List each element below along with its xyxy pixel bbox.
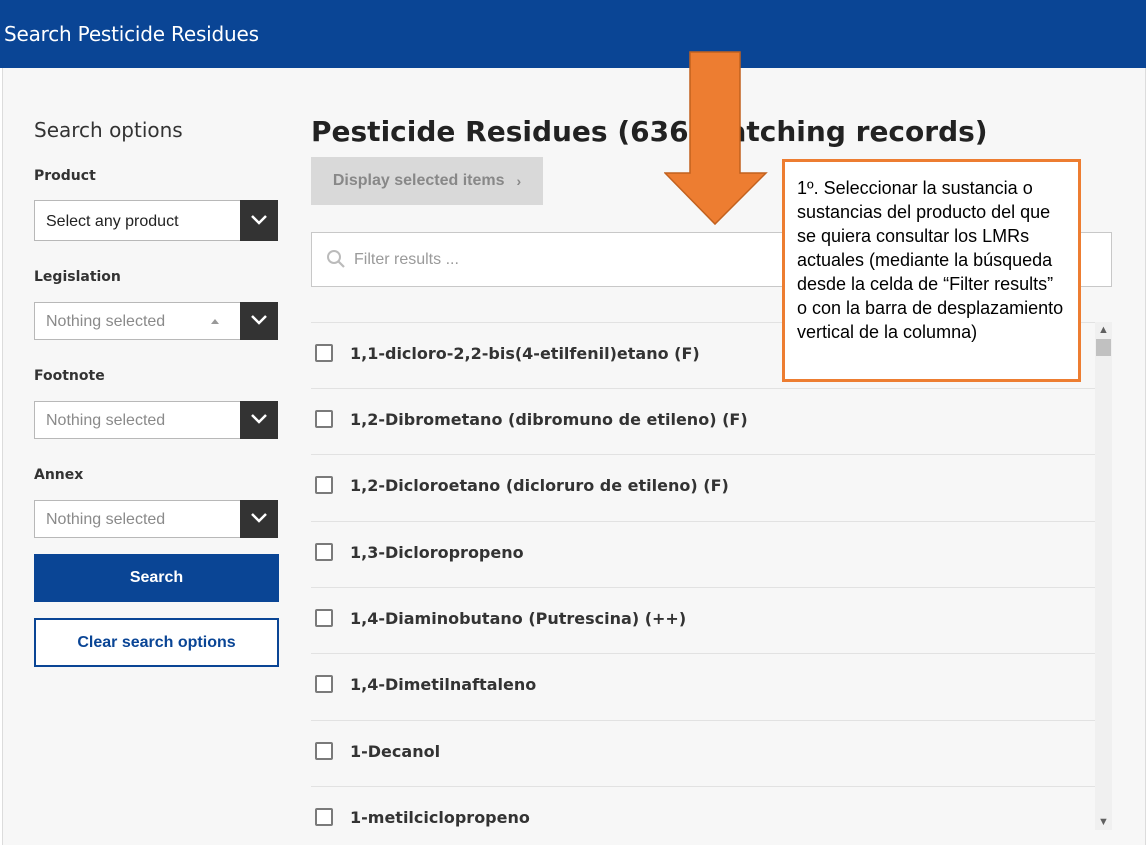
item-name: 1,4-Dimetilnaftaleno bbox=[350, 675, 537, 694]
legislation-placeholder: Nothing selected bbox=[46, 313, 166, 330]
filter-results-placeholder: Filter results ... bbox=[354, 251, 459, 268]
item-checkbox[interactable] bbox=[315, 675, 333, 693]
item-checkbox[interactable] bbox=[315, 742, 333, 760]
annex-label: Annex bbox=[34, 467, 84, 483]
item-name: 1,3-Dicloropropeno bbox=[350, 543, 524, 562]
clear-search-options-button[interactable]: Clear search options bbox=[34, 618, 279, 667]
list-item[interactable]: 1,2-Dibrometano (dibromuno de etileno) (… bbox=[311, 388, 1095, 453]
list-scrollbar[interactable]: ▲ ▼ bbox=[1095, 322, 1112, 830]
chevron-right-icon: › bbox=[516, 173, 522, 189]
item-checkbox[interactable] bbox=[315, 609, 333, 627]
footnote-placeholder: Nothing selected bbox=[46, 412, 166, 429]
page-title: Pesticide Residues (636 matching records… bbox=[311, 115, 988, 148]
product-select[interactable]: Select any product bbox=[34, 200, 278, 241]
annotation-arrow-icon bbox=[664, 51, 768, 226]
item-checkbox[interactable] bbox=[315, 476, 333, 494]
item-name: 1,4-Diaminobutano (Putrescina) (++) bbox=[350, 609, 687, 628]
item-name: 1-Decanol bbox=[350, 742, 441, 761]
chevron-down-icon bbox=[251, 215, 267, 225]
list-item[interactable]: 1-Decanol bbox=[311, 720, 1095, 785]
legislation-dropdown-button[interactable] bbox=[240, 302, 278, 340]
item-checkbox[interactable] bbox=[315, 808, 333, 826]
annex-dropdown-button[interactable] bbox=[240, 500, 278, 538]
annex-placeholder: Nothing selected bbox=[46, 511, 166, 528]
list-item[interactable]: 1,4-Diaminobutano (Putrescina) (++) bbox=[311, 587, 1095, 652]
search-icon bbox=[327, 250, 345, 268]
list-item[interactable]: 1,2-Dicloroetano (dicloruro de etileno) … bbox=[311, 454, 1095, 519]
search-button[interactable]: Search bbox=[34, 554, 279, 602]
item-checkbox[interactable] bbox=[315, 344, 333, 362]
legislation-select[interactable]: Nothing selected bbox=[34, 302, 278, 340]
item-name: 1,1-dicloro-2,2-bis(4-etilfenil)etano (F… bbox=[350, 344, 700, 363]
scroll-down-icon[interactable]: ▼ bbox=[1095, 814, 1112, 830]
annotation-callout: 1º. Seleccionar la sustancia o sustancia… bbox=[782, 159, 1081, 382]
product-dropdown-button[interactable] bbox=[240, 200, 278, 241]
legislation-label: Legislation bbox=[34, 269, 121, 285]
annex-select[interactable]: Nothing selected bbox=[34, 500, 278, 538]
app-title: Search Pesticide Residues bbox=[4, 22, 259, 46]
list-item[interactable]: 1,3-Dicloropropeno bbox=[311, 521, 1095, 586]
list-item[interactable]: 1,4-Dimetilnaftaleno bbox=[311, 653, 1095, 718]
list-item[interactable]: 1-metilciclopropeno bbox=[311, 786, 1095, 834]
top-banner: Search Pesticide Residues bbox=[0, 0, 1146, 68]
item-checkbox[interactable] bbox=[315, 410, 333, 428]
chevron-down-icon bbox=[251, 414, 267, 424]
footnote-select[interactable]: Nothing selected bbox=[34, 401, 278, 439]
search-options-heading: Search options bbox=[34, 118, 183, 142]
item-checkbox[interactable] bbox=[315, 543, 333, 561]
product-select-value: Select any product bbox=[46, 213, 179, 230]
display-selected-items-button[interactable]: Display selected items › bbox=[311, 157, 543, 205]
footnote-label: Footnote bbox=[34, 368, 105, 384]
caret-up-icon bbox=[211, 319, 219, 324]
scroll-up-icon[interactable]: ▲ bbox=[1095, 322, 1112, 338]
item-name: 1,2-Dibrometano (dibromuno de etileno) (… bbox=[350, 410, 748, 429]
chevron-down-icon bbox=[251, 315, 267, 325]
item-name: 1-metilciclopropeno bbox=[350, 808, 530, 827]
results-list: 1,1-dicloro-2,2-bis(4-etilfenil)etano (F… bbox=[311, 322, 1095, 834]
footnote-dropdown-button[interactable] bbox=[240, 401, 278, 439]
display-selected-items-label: Display selected items bbox=[332, 172, 505, 189]
scrollbar-thumb[interactable] bbox=[1096, 339, 1111, 356]
product-label: Product bbox=[34, 168, 96, 184]
item-name: 1,2-Dicloroetano (dicloruro de etileno) … bbox=[350, 476, 729, 495]
chevron-down-icon bbox=[251, 513, 267, 523]
